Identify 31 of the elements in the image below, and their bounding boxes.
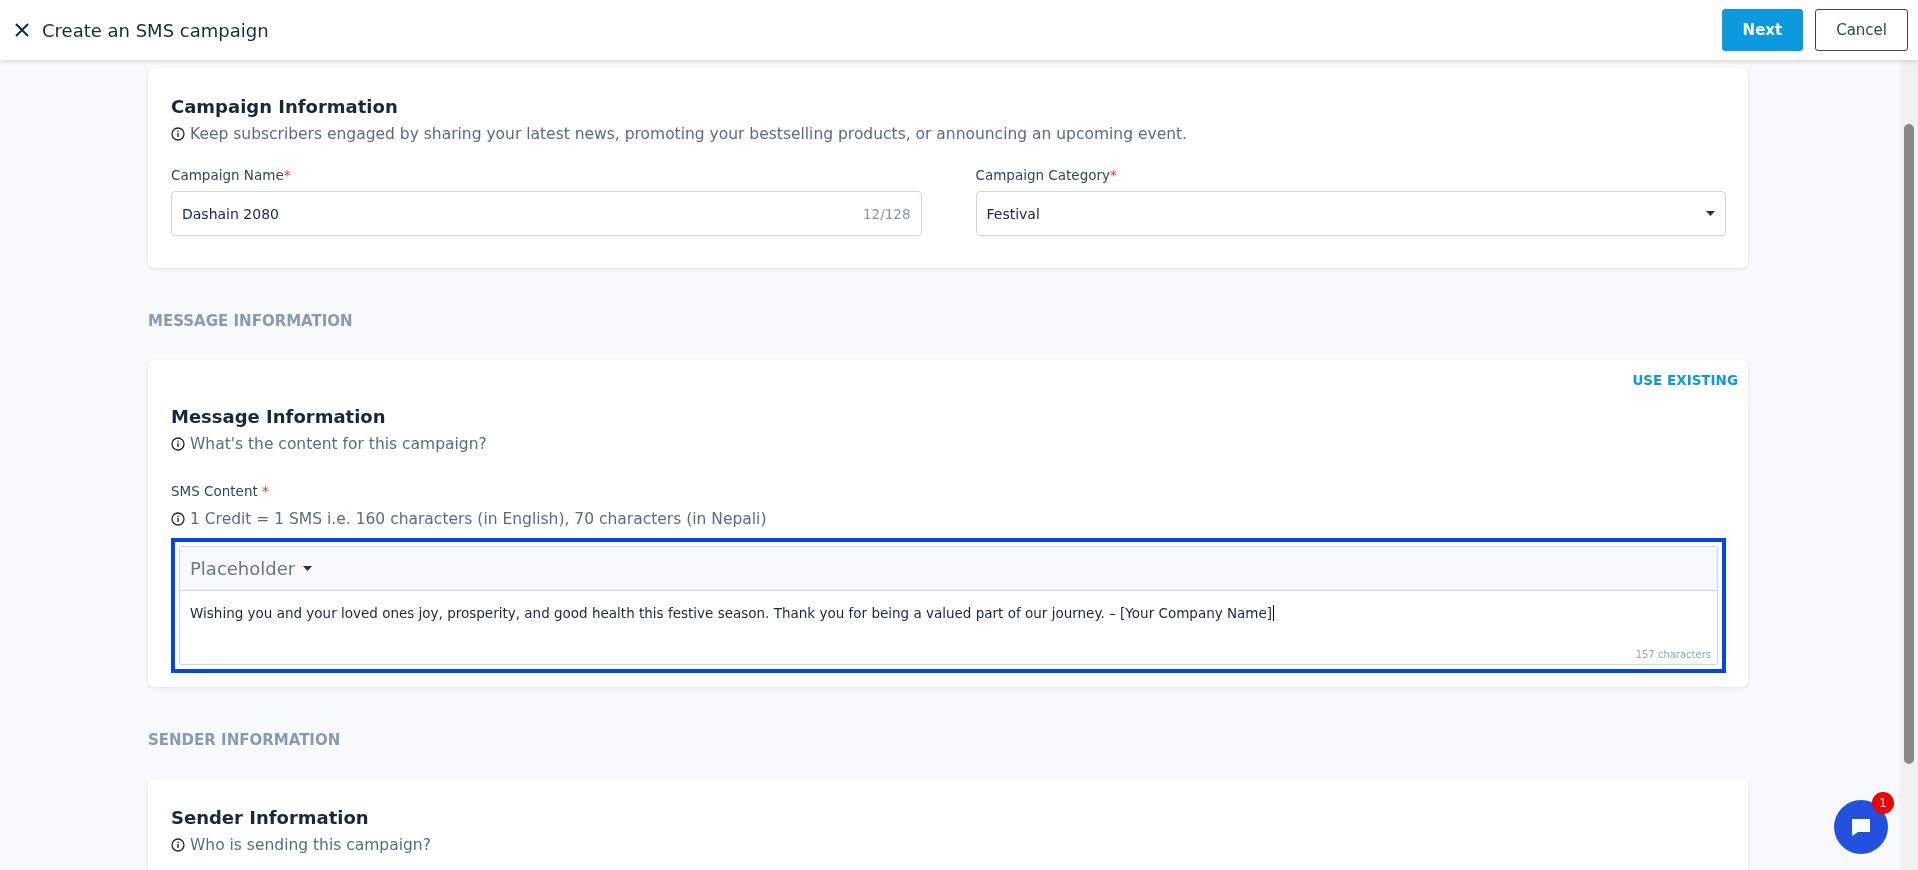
- card-title: Message Information: [171, 406, 387, 427]
- info-icon: [171, 127, 185, 141]
- input-field[interactable]: Dashain 2080 12/128: [171, 191, 922, 236]
- character-counter: 12/128: [863, 205, 911, 222]
- sms-editor[interactable]: Placeholder Wishing you and your loved ones joy, prosperity, and good health this festive season. Thank you for being a valued part of our journey. – [Your Company Name] 157 characters: [171, 538, 1726, 673]
- notification-badge: 1: [1872, 792, 1894, 814]
- card-title: Campaign Information: [171, 96, 399, 117]
- section-heading: MESSAGE INFORMATION: [148, 312, 354, 330]
- close-icon[interactable]: [14, 22, 30, 38]
- hint-text: Keep subscribers engaged by sharing your latest news, promoting your bestselling products, or announcing an upcoming event.: [190, 125, 1188, 143]
- scrollbar[interactable]: [1900, 60, 1918, 870]
- info-icon: [171, 437, 185, 451]
- section-heading: SENDER INFORMATION: [148, 731, 342, 749]
- character-count: 157 characters: [1634, 649, 1712, 662]
- hint-text: What's the content for this campaign?: [190, 435, 487, 453]
- info-icon: [171, 838, 185, 852]
- field-label: Campaign Category*: [975, 167, 1118, 183]
- info-icon: [171, 512, 185, 526]
- field-label: SMS Content *: [171, 483, 269, 499]
- hint-text: 1 Credit = 1 SMS i.e. 160 characters (in English), 70 characters (in Nepali): [190, 510, 767, 528]
- cancel-button[interactable]: Cancel: [1815, 9, 1908, 51]
- card-title: Sender Information: [171, 807, 370, 828]
- select-field[interactable]: Festival: [975, 191, 1726, 236]
- chat-button[interactable]: [1834, 800, 1888, 854]
- sms-text: Wishing you and your loved ones joy, prosperity, and good health this festive season. Thank you for being a valued part of our journey. – [Your Company Name]: [189, 604, 1276, 623]
- hint-text: Who is sending this campaign?: [190, 836, 431, 854]
- placeholder-dropdown[interactable]: Placeholder: [190, 558, 313, 579]
- page-title: Create an SMS campaign: [42, 19, 270, 41]
- caret-icon: [1706, 211, 1715, 216]
- field-label: Campaign Name*: [171, 167, 292, 183]
- caret-icon: [303, 566, 313, 571]
